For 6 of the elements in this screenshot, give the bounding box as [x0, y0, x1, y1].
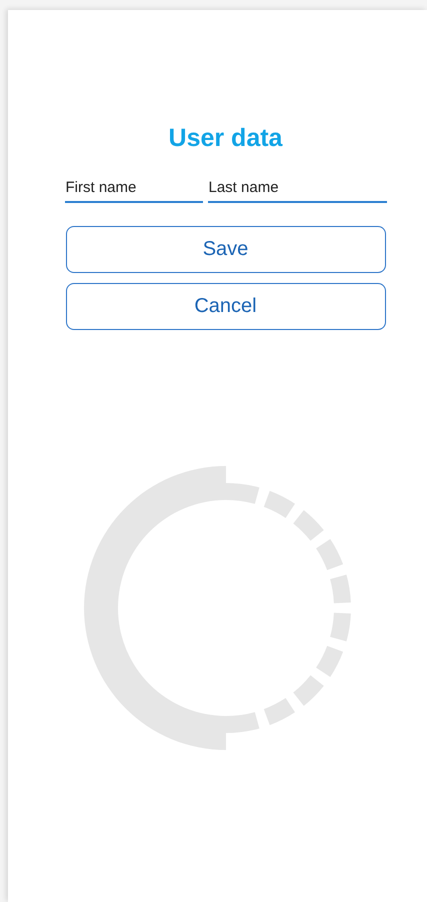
input-field[interactable]: Last name: [208, 175, 386, 203]
cancel-button[interactable]: Cancel: [66, 283, 386, 330]
save-button[interactable]: Save: [66, 226, 386, 273]
loading-spinner-icon: [84, 466, 350, 750]
input-field[interactable]: First name: [64, 175, 202, 203]
page-title: User data: [168, 124, 282, 153]
